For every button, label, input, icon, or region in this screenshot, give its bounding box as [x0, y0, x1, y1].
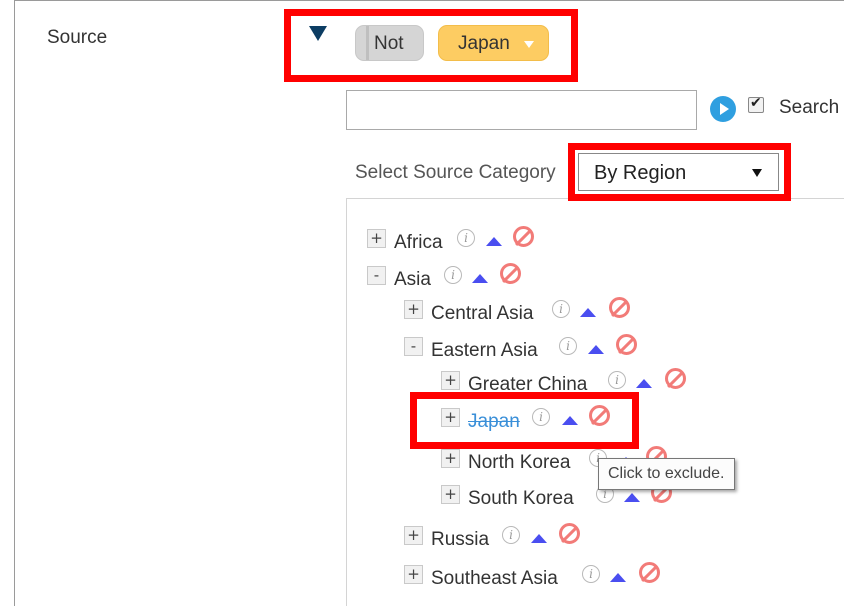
arrow-up-icon[interactable] [588, 345, 604, 354]
source-search-input[interactable] [346, 90, 697, 130]
expand-toggle[interactable]: + [441, 449, 460, 468]
arrow-up-icon[interactable] [610, 573, 626, 582]
tree-node-label[interactable]: Russia [431, 529, 489, 551]
collapse-toggle[interactable]: - [404, 337, 423, 356]
expand-toggle[interactable]: + [404, 300, 423, 319]
tree-node-label[interactable]: North Korea [468, 452, 570, 474]
ban-icon[interactable] [559, 523, 580, 544]
source-category-label: Select Source Category [355, 162, 556, 183]
tree-node-label[interactable]: Central Asia [431, 303, 533, 325]
info-icon[interactable]: i [582, 565, 600, 583]
info-icon[interactable]: i [552, 300, 570, 318]
info-icon[interactable]: i [559, 337, 577, 355]
ban-icon[interactable] [639, 562, 660, 583]
arrow-up-icon[interactable] [624, 493, 640, 502]
expand-toggle[interactable]: + [367, 229, 386, 248]
ban-icon[interactable] [665, 368, 686, 389]
info-icon[interactable]: i [502, 526, 520, 544]
tree-node-label[interactable]: Southeast Asia [431, 568, 558, 590]
expand-toggle[interactable]: + [404, 526, 423, 545]
tree-node-label[interactable]: Eastern Asia [431, 340, 538, 362]
ban-icon[interactable] [616, 334, 637, 355]
arrow-up-icon[interactable] [580, 308, 596, 317]
highlight-box-category [568, 143, 791, 201]
info-icon[interactable]: i [608, 371, 626, 389]
tree-node-label[interactable]: Africa [394, 232, 443, 254]
highlight-box-filter [284, 9, 578, 82]
expand-toggle[interactable]: + [404, 565, 423, 584]
arrow-up-icon[interactable] [636, 379, 652, 388]
source-section-label: Source [47, 27, 108, 48]
arrow-up-icon[interactable] [486, 237, 502, 246]
tree-node-label[interactable]: South Korea [468, 488, 574, 510]
arrow-up-icon[interactable] [531, 534, 547, 543]
collapse-toggle[interactable]: - [367, 266, 386, 285]
expand-toggle[interactable]: + [441, 485, 460, 504]
info-icon[interactable]: i [457, 229, 475, 247]
play-circle-icon[interactable] [710, 96, 736, 122]
search-checkbox[interactable] [748, 95, 764, 113]
info-icon[interactable]: i [444, 266, 462, 284]
ban-icon[interactable] [513, 226, 534, 247]
ban-icon[interactable] [609, 297, 630, 318]
search-checkbox-label: Search [779, 97, 840, 118]
arrow-up-icon[interactable] [472, 274, 488, 283]
tree-node-label[interactable]: Asia [394, 269, 431, 291]
exclude-tooltip: Click to exclude. [598, 458, 735, 490]
highlight-box-japan [410, 392, 639, 449]
ban-icon[interactable] [500, 263, 521, 284]
expand-toggle[interactable]: + [441, 371, 460, 390]
